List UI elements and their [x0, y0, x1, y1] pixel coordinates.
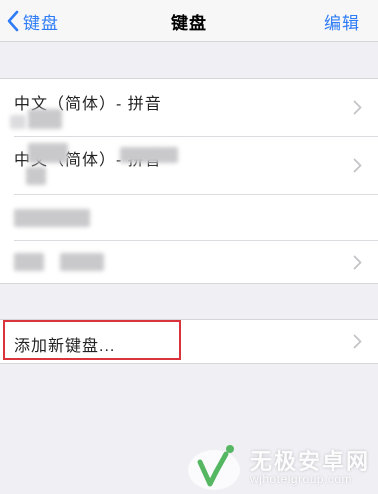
redaction: [14, 253, 44, 271]
page-title: 键盘: [171, 14, 207, 33]
redaction: [26, 167, 46, 185]
redaction: [60, 253, 104, 271]
chevron-right-icon: [353, 255, 362, 270]
keyboard-row-2[interactable]: 中文（简体）- 拼音: [0, 137, 378, 195]
chevron-right-icon: [353, 334, 362, 349]
keyboard-row-3[interactable]: [0, 195, 378, 241]
keyboard-row-1[interactable]: 中文（简体）- 拼音: [0, 79, 378, 137]
watermark-url: wjhotelgroup.com: [250, 472, 353, 486]
redaction: [28, 109, 62, 129]
redaction: [28, 143, 68, 163]
keyboard-row-4[interactable]: [0, 241, 378, 283]
redaction: [10, 115, 26, 129]
watermark: 无极安卓网 wjhotelgroup.com: [178, 440, 378, 494]
highlight-box: [3, 320, 181, 360]
redaction: [14, 209, 90, 227]
redaction: [120, 147, 178, 163]
navigation-bar: 键盘 键盘 编辑: [0, 0, 378, 42]
chevron-right-icon: [353, 158, 362, 173]
edit-button[interactable]: 编辑: [324, 9, 360, 34]
watermark-logo: [188, 445, 240, 490]
chevron-right-icon: [353, 100, 362, 115]
keyboard-list: 中文（简体）- 拼音 中文（简体）- 拼音: [0, 78, 378, 284]
